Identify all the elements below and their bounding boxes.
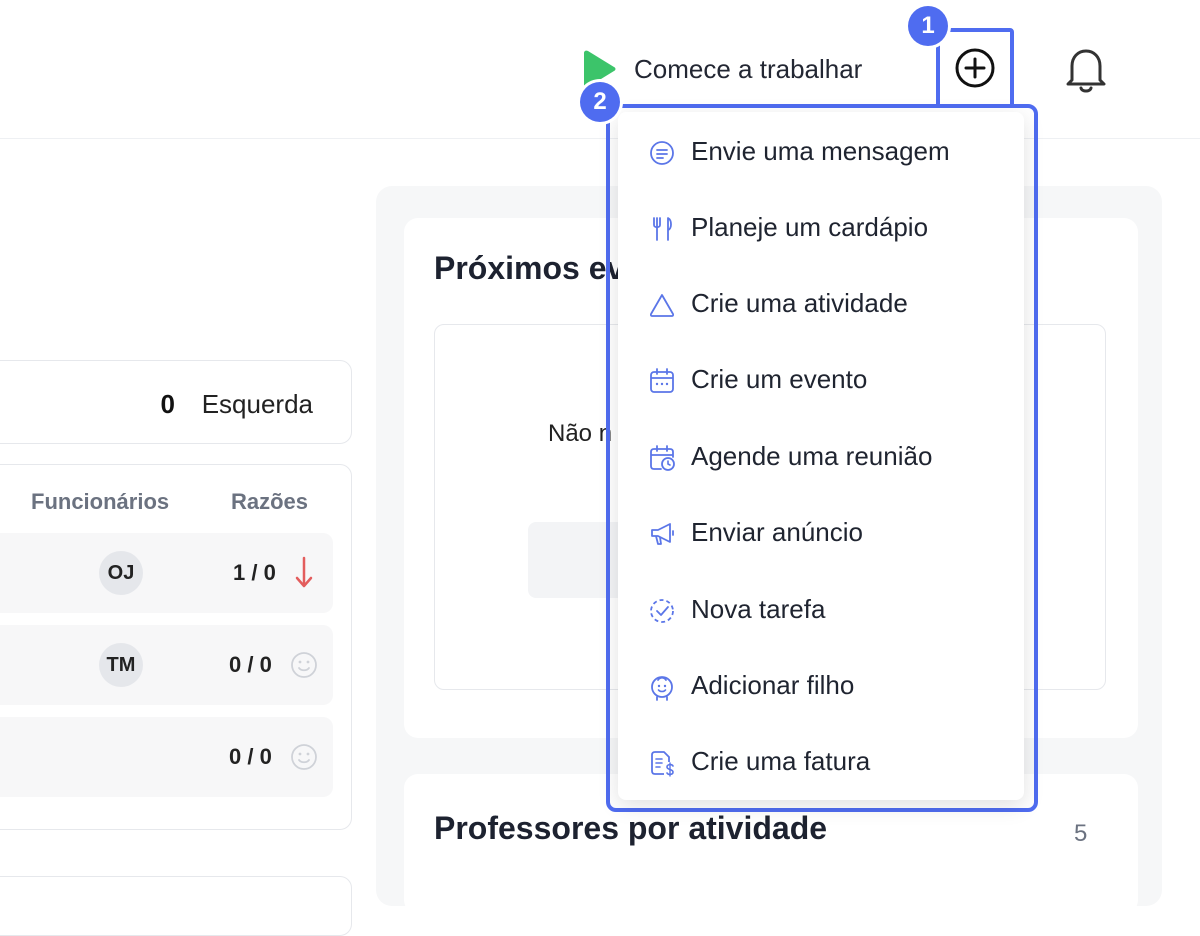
plus-circle-icon <box>955 48 995 88</box>
menu-item-new-task[interactable]: Nova tarefa <box>618 574 1024 644</box>
smiley-icon <box>291 744 317 770</box>
table-row[interactable]: TM 0 / 0 <box>0 625 333 705</box>
child-icon <box>651 676 673 701</box>
teachers-count: 5 <box>1074 820 1088 847</box>
task-check-icon <box>650 599 674 623</box>
down-arrow-icon <box>295 556 313 588</box>
menu-item-label: Crie uma fatura <box>691 746 871 776</box>
left-count: 0 <box>160 389 175 419</box>
left-label: Esquerda <box>201 389 313 419</box>
add-button[interactable] <box>936 28 1014 108</box>
menu-item-add-child[interactable]: Adicionar filho <box>618 650 1024 720</box>
ratio-value: 0 / 0 <box>229 744 272 769</box>
message-icon <box>650 141 674 165</box>
avatar: OJ <box>99 551 143 595</box>
menu-item-plan-menu[interactable]: Planeje um cardápio <box>618 192 1024 262</box>
menu-item-label: Crie uma atividade <box>691 288 908 318</box>
menu-item-label: Adicionar filho <box>691 670 855 700</box>
menu-item-label: Crie um evento <box>691 364 868 394</box>
start-work-label: Comece a trabalhar <box>634 53 863 84</box>
teachers-by-activity-title: Professores por atividade <box>434 810 828 846</box>
triangle-icon <box>649 294 675 317</box>
ratio-value: 1 / 0 <box>233 560 276 585</box>
megaphone-icon <box>651 523 674 545</box>
calendar-icon <box>650 368 674 393</box>
staff-ratio-table: Funcionários Razões OJ 1 / 0 TM 0 / 0 0 … <box>0 464 352 830</box>
menu-item-schedule-meeting[interactable]: Agende uma reunião <box>618 421 1024 491</box>
start-work-button[interactable]: Comece a trabalhar <box>578 44 862 94</box>
menu-item-label: Nova tarefa <box>691 594 826 624</box>
table-row[interactable]: 0 / 0 <box>0 717 333 797</box>
step-marker-1: 1 <box>908 6 948 46</box>
table-row[interactable]: OJ 1 / 0 <box>0 533 333 613</box>
menu-item-send-announcement[interactable]: Enviar anúncio <box>618 497 1024 567</box>
menu-item-label: Agende uma reunião <box>691 441 933 471</box>
menu-item-create-event[interactable]: Crie um evento <box>618 344 1024 414</box>
column-header-ratios: Razões <box>231 489 309 514</box>
menu-item-label: Planeje um cardápio <box>691 212 929 242</box>
menu-item-label: Envie uma mensagem <box>691 136 950 166</box>
utensils-icon <box>653 217 672 241</box>
create-menu: Envie uma mensagem Planeje um cardápio C… <box>618 112 1024 800</box>
left-bottom-card <box>0 876 352 936</box>
left-summary-card: 0 Esquerda <box>0 360 352 444</box>
menu-item-create-activity[interactable]: Crie uma atividade <box>618 268 1024 338</box>
menu-item-label: Enviar anúncio <box>691 517 863 547</box>
invoice-icon <box>651 751 674 777</box>
column-header-staff: Funcionários <box>31 489 170 514</box>
smiley-icon <box>291 652 317 678</box>
calendar-clock-icon <box>650 445 675 471</box>
menu-item-send-message[interactable]: Envie uma mensagem <box>618 116 1024 186</box>
step-marker-2: 2 <box>580 82 620 122</box>
menu-item-create-invoice[interactable]: Crie uma fatura <box>618 726 1024 796</box>
avatar: TM <box>99 643 143 687</box>
bell-icon <box>1066 49 1106 93</box>
upcoming-events-title: Próximos ev <box>434 250 625 286</box>
ratio-value: 0 / 0 <box>229 652 272 677</box>
no-events-text: Não n <box>548 420 613 447</box>
notifications-button[interactable] <box>1058 42 1114 98</box>
